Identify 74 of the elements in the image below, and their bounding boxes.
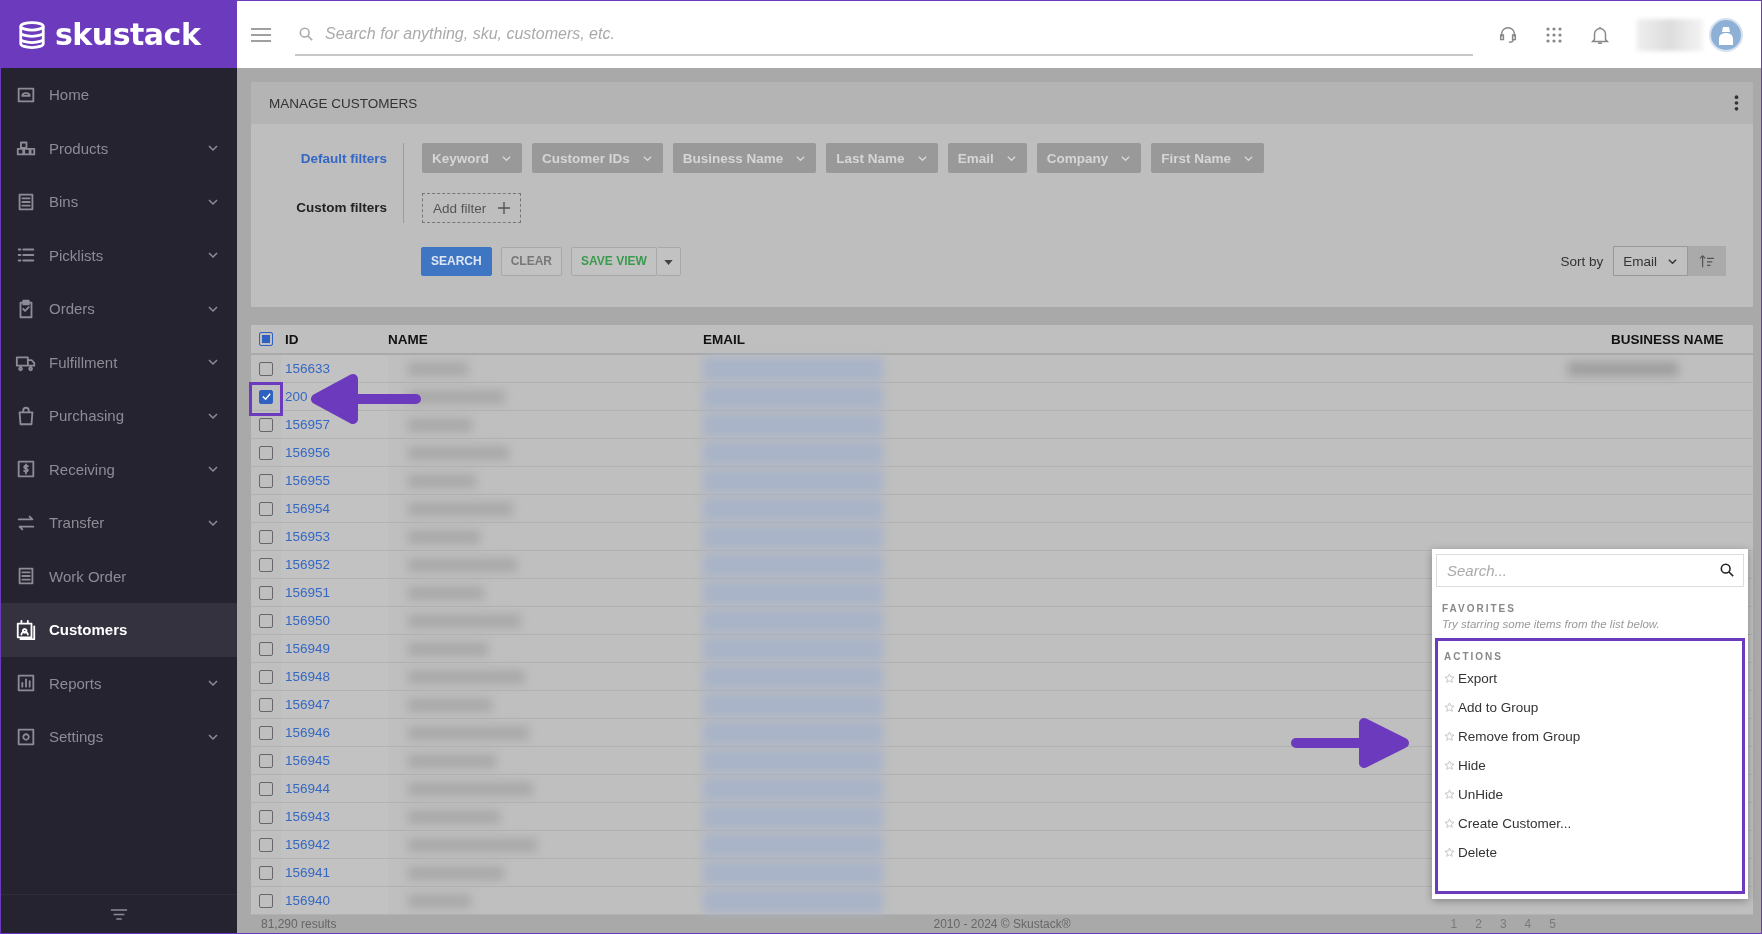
customer-id-link[interactable]: 156946 [285, 725, 331, 740]
filter-dropdown[interactable]: Business Name [672, 143, 817, 173]
menu-item[interactable]: Create Customer... [1438, 809, 1742, 838]
filter-dropdown[interactable]: Last Name [826, 143, 938, 173]
menu-item-label: Export [1458, 671, 1498, 686]
filter-dropdown[interactable]: First Name [1151, 143, 1264, 173]
sidebar-item[interactable]: Customers [1, 603, 237, 657]
menu-item-label: Hide [1458, 758, 1486, 773]
sidebar-item[interactable]: Reports [1, 656, 237, 710]
menu-item[interactable]: Export [1438, 664, 1742, 693]
sort-label: Sort by [1560, 253, 1604, 269]
customer-id-link[interactable]: 156951 [285, 585, 331, 600]
favorites-hint: Try starring some items from the list below. [1441, 617, 1661, 632]
customer-id-link[interactable]: 156954 [285, 501, 331, 516]
customer-id-link[interactable]: 200 [285, 389, 308, 404]
search-button[interactable]: SEARCH [421, 246, 492, 276]
customer-id-link[interactable]: 156957 [285, 417, 331, 432]
results-count: 81,290 results [261, 917, 338, 931]
menu-item-label: Add to Group [1458, 700, 1539, 715]
customer-id-link[interactable]: 156953 [285, 529, 331, 544]
column-header[interactable]: BUSINESS NAME [1493, 331, 1753, 347]
logo-text: skustack [55, 17, 201, 52]
section-heading: FAVORITES [1441, 602, 1517, 616]
column-header[interactable]: NAME [388, 331, 703, 347]
sidebar-item[interactable]: Work Order [1, 549, 237, 603]
customer-id-link[interactable]: 156940 [285, 893, 331, 908]
menu-item[interactable]: UnHide [1438, 780, 1742, 809]
sidebar-item[interactable]: Transfer [1, 496, 237, 550]
customer-id-link[interactable]: 156955 [285, 473, 331, 488]
section-heading: ACTIONS [1443, 650, 1504, 664]
customer-id-link[interactable]: 156943 [285, 809, 331, 824]
sidebar-item[interactable]: Home [1, 68, 237, 122]
sidebar-item[interactable]: Fulfillment [1, 335, 237, 389]
copyright-text: 2010 - 2024 © Skustack® [933, 917, 1071, 931]
column-header[interactable]: EMAIL [703, 331, 1493, 347]
menu-search-field[interactable]: Search... [1436, 554, 1744, 587]
filter-group-tab[interactable]: Custom filters [296, 200, 387, 215]
customer-id-link[interactable]: 156952 [285, 557, 331, 572]
filter-dropdown[interactable]: Customer IDs [532, 143, 663, 173]
customer-id-link[interactable]: 156941 [285, 865, 331, 880]
sidebar-item[interactable]: Receiving [1, 442, 237, 496]
filter-dropdown[interactable]: Email [947, 143, 1027, 173]
menu-item[interactable]: Hide [1438, 751, 1742, 780]
filter-dropdown[interactable]: Company [1036, 143, 1142, 173]
customer-id-link[interactable]: 156944 [285, 781, 331, 796]
menu-item[interactable]: Remove from Group [1438, 722, 1742, 751]
menu-item-label: Delete [1458, 845, 1498, 860]
clear-button[interactable]: CLEAR [500, 246, 562, 276]
menu-item[interactable]: Add to Group [1438, 693, 1742, 722]
sidebar-item[interactable]: Products [1, 121, 237, 175]
customer-id-link[interactable]: 156947 [285, 697, 331, 712]
customer-id-link[interactable]: 156956 [285, 445, 331, 460]
filter-dropdown[interactable]: Keyword [422, 143, 522, 173]
menu-item-label: Remove from Group [1458, 729, 1581, 744]
filter-group-tab[interactable]: Default filters [300, 151, 387, 166]
sidebar-item[interactable]: Purchasing [1, 389, 237, 443]
column-header[interactable]: ID [281, 331, 388, 347]
customer-id-link[interactable]: 156948 [285, 669, 331, 684]
page-title: MANAGE CUSTOMERS [269, 95, 418, 111]
menu-item-label: UnHide [1458, 787, 1504, 802]
add-filter-button[interactable]: Add filter [422, 193, 522, 223]
save-view-button[interactable]: SAVE VIEW [571, 246, 657, 276]
sidebar-item[interactable]: Settings [1, 710, 237, 764]
customer-id-link[interactable]: 156942 [285, 837, 331, 852]
sidebar-item[interactable]: Orders [1, 282, 237, 336]
sort-select[interactable]: Email [1613, 246, 1688, 276]
customer-id-link[interactable]: 156945 [285, 753, 331, 768]
sidebar-item[interactable]: Picklists [1, 228, 237, 282]
sidebar-item[interactable]: Bins [1, 175, 237, 229]
menu-item[interactable]: Delete [1438, 838, 1742, 867]
customer-id-link[interactable]: 156949 [285, 641, 331, 656]
menu-item-label: Create Customer... [1458, 816, 1572, 831]
customer-id-link[interactable]: 156950 [285, 613, 331, 628]
customer-id-link[interactable]: 156633 [285, 361, 331, 376]
